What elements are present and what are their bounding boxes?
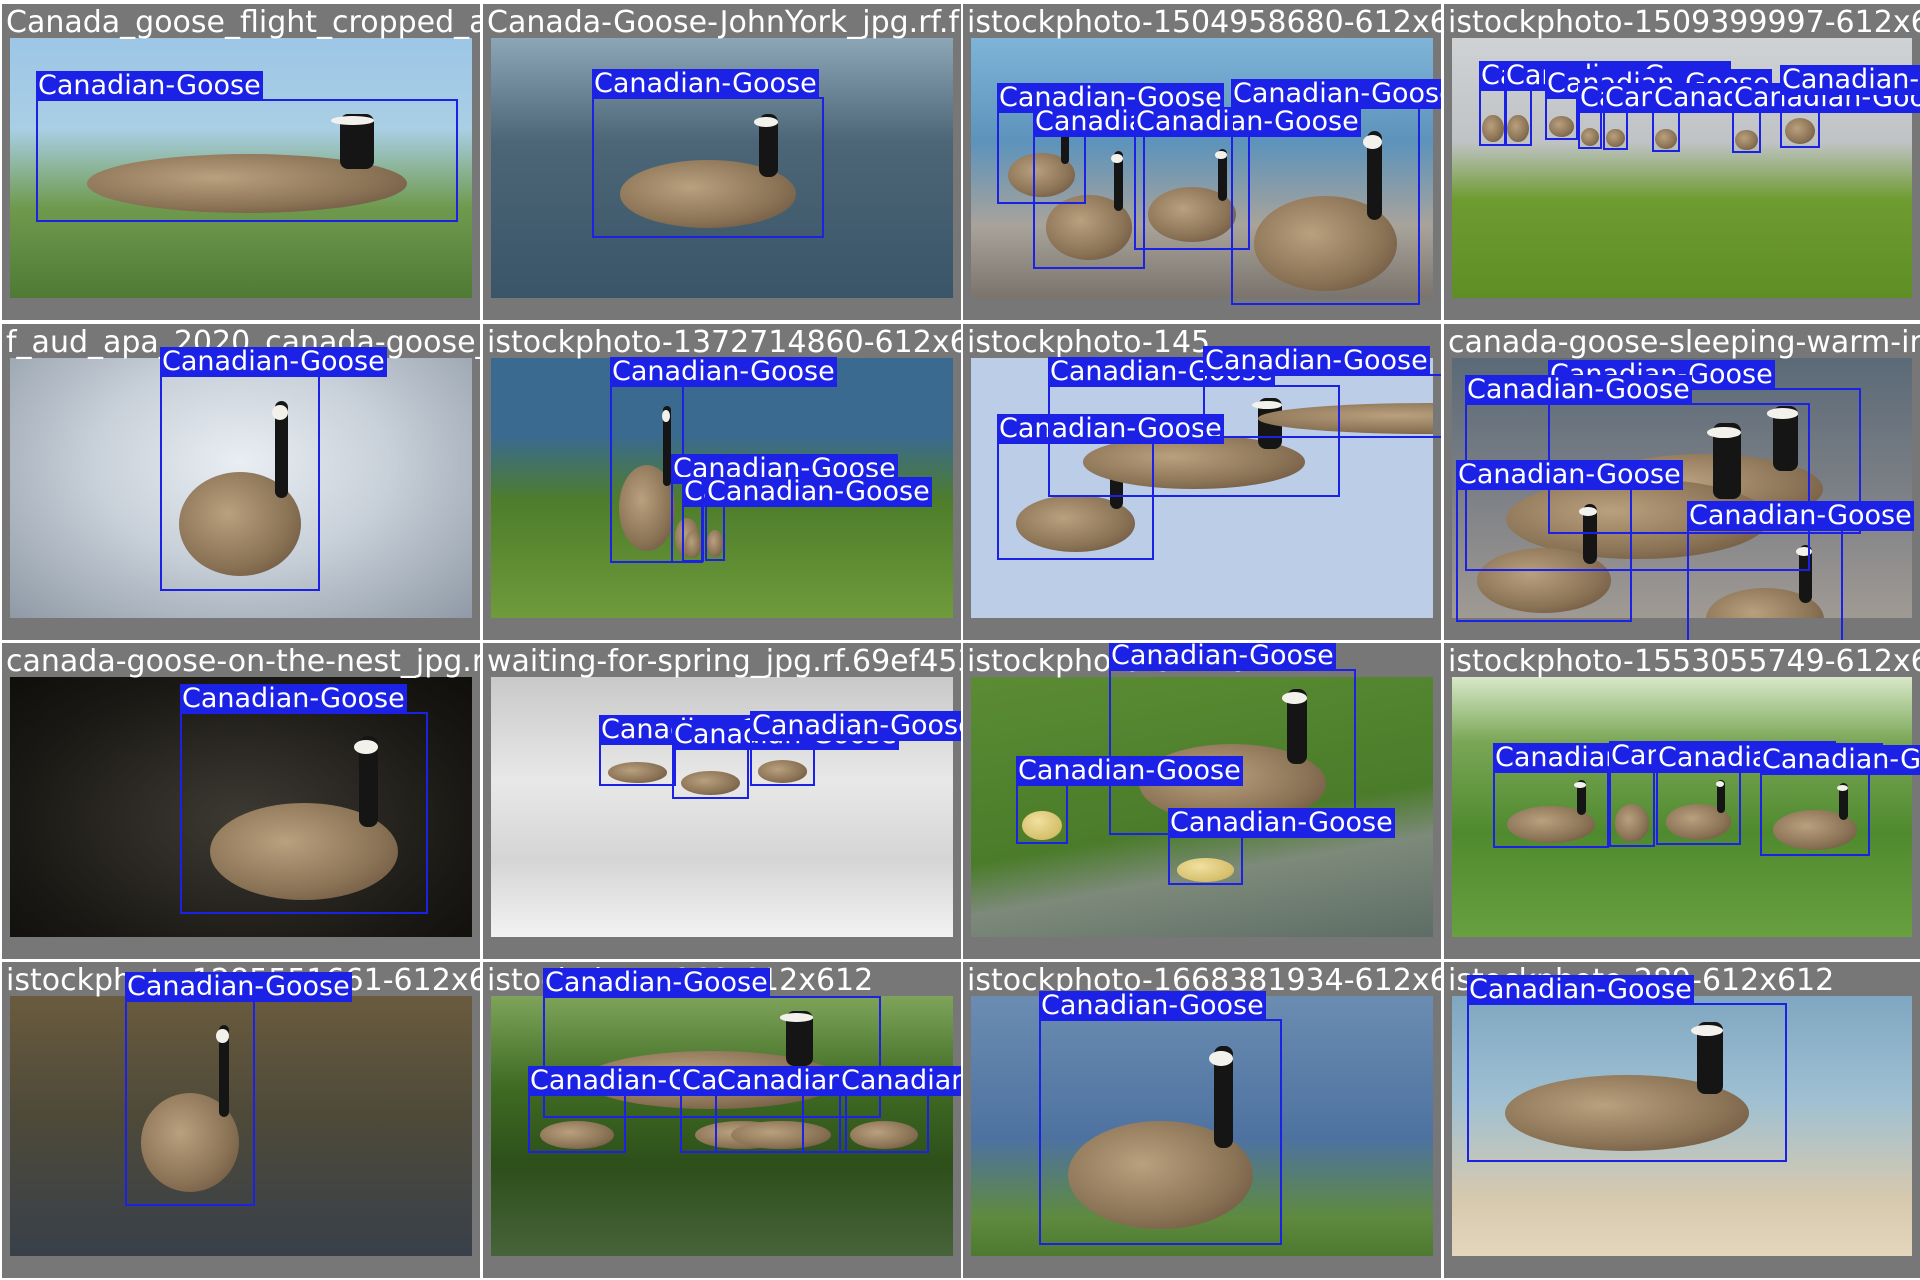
bounding-box[interactable]: Canadian-Goose xyxy=(1545,69,1772,140)
image-tile[interactable]: istockphoto-1285551661-612x612Canadian-G… xyxy=(2,962,480,1278)
class-label: Canadian-Goose xyxy=(750,711,961,741)
class-label: Canadian-Goose xyxy=(610,356,837,387)
image-tile[interactable]: istockphoto-1553055749-612x612 Canadian-G… xyxy=(1444,643,1920,959)
class-label: Canadian-Goose xyxy=(705,476,932,507)
bounding-box[interactable]: Canadian-Goose xyxy=(1493,743,1720,848)
image-tile[interactable]: Canada-Goose-JohnYork_jpg.rf.f0c3d0a62e6… xyxy=(483,4,961,320)
bounding-box[interactable]: Canadian-Goose xyxy=(1231,79,1441,305)
class-label: Canadian-Goose xyxy=(1016,755,1243,786)
image-tile[interactable]: f_aud_apa_2020_canada-goose_ Canadian-Goo… xyxy=(2,324,480,640)
bounding-box[interactable]: Canadian-Goose xyxy=(1609,741,1836,847)
bounding-box[interactable]: Canadian-Goose xyxy=(705,477,932,561)
bounding-box[interactable]: Canadian-Goose xyxy=(1168,808,1395,885)
tile-filename: istockphoto-1372714860-612x612 xyxy=(487,325,961,360)
bounding-box[interactable]: Canadian-Goose xyxy=(180,684,428,914)
bounding-box[interactable]: Canadian-Goose xyxy=(715,1066,942,1153)
image-tile[interactable]: istockphoto-1372714860-612x612 Canadian-G… xyxy=(483,324,961,640)
bounding-box[interactable]: Canadian-Goose xyxy=(750,711,961,786)
bounding-box[interactable]: Canadian-Goose xyxy=(1732,83,1920,153)
class-label: Canadian-Goose xyxy=(1203,345,1430,376)
bounding-box[interactable]: Canadian-Goose xyxy=(1760,745,1920,856)
class-label: Canadian-Goose xyxy=(1467,974,1694,1005)
bounding-box[interactable]: Canadian-Goose xyxy=(1504,61,1731,146)
bounding-box[interactable]: Canadian-Goose xyxy=(528,1066,755,1153)
class-label: Canadian-Goose xyxy=(839,1066,961,1096)
class-label: Canadian-Goose xyxy=(1456,459,1683,490)
bounding-box[interactable]: Canadian-Goose xyxy=(1203,346,1441,438)
class-label: Canadian-Goose xyxy=(180,683,407,714)
tile-filename: istockphoto-1553055749-612x612 xyxy=(1448,644,1920,679)
image-tile[interactable]: istockphoto-1504958680-612x612 Canadian-G… xyxy=(963,4,1441,320)
bounding-box[interactable]: Canadian-Goose xyxy=(1467,975,1787,1162)
class-label: Canadian-Goose xyxy=(1231,79,1441,109)
bounding-box[interactable]: Canadian-Goose xyxy=(125,972,352,1206)
bounding-box[interactable]: Canadian-Goose xyxy=(682,477,909,562)
image-tile[interactable]: istockphoto-612x612Canadian-GooseCanadia… xyxy=(963,643,1441,959)
tile-filename: canada-goose-sleeping-warm-in-w xyxy=(1448,325,1920,360)
class-label: Canadian-Goose xyxy=(592,68,819,99)
class-label: Canadian-Goose xyxy=(543,967,770,998)
bounding-box[interactable]: Canadian-Goose xyxy=(1578,83,1805,149)
image-tile[interactable]: canada-goose-on-the-nest_jpg.rf.e7f8eb58… xyxy=(2,643,480,959)
image-tile[interactable]: istockphoto-145 Canadian-Goose Canadian-Go… xyxy=(963,324,1441,640)
image-tile[interactable]: istockphoto-1509399997-612x612 Canadian-G… xyxy=(1444,4,1920,320)
class-label: Canadian-Goose xyxy=(160,346,387,377)
bounding-box[interactable]: Canadian-Goose xyxy=(1652,83,1879,152)
bounding-box[interactable]: Canadian-Goose xyxy=(599,715,826,786)
tile-filename: istockphoto-145 xyxy=(967,325,1211,360)
class-label: Canadian-Goose xyxy=(1687,500,1914,531)
bounding-box[interactable]: Canadian-Goose xyxy=(1039,991,1282,1245)
bounding-box[interactable]: Canadian-Goose xyxy=(1033,107,1260,269)
image-tile[interactable]: Canada_goose_flight_cropped_and_NRJ Canad… xyxy=(2,4,480,320)
image-tile[interactable]: istockphoto-1668381934-612x612 Canadian-G… xyxy=(963,962,1441,1278)
class-label: Canadian-Goose xyxy=(1109,643,1336,671)
class-label: Canadian-Goose xyxy=(1780,65,1920,95)
bounding-box[interactable]: Canadian-Goose xyxy=(672,720,899,799)
bounding-box[interactable]: Canadian-Goose xyxy=(1656,743,1883,845)
image-tile[interactable]: istockphoto-968-612x612Canadian-GooseCan… xyxy=(483,962,961,1278)
class-label: Canadian-Goose xyxy=(1168,807,1395,838)
image-tile[interactable]: waiting-for-spring_jpg.rf.69ef453aa7e6kd… xyxy=(483,643,961,959)
class-label: Canadian-Goose xyxy=(1760,745,1920,775)
bounding-box[interactable]: Canadian-Goose xyxy=(1687,501,1914,640)
bounding-box[interactable]: Canadian-Goose xyxy=(160,347,387,591)
tile-filename: waiting-for-spring_jpg.rf.69ef453aa7e6kd xyxy=(487,644,961,679)
bounding-box[interactable]: Canadian-Goose xyxy=(1780,65,1920,148)
tile-filename: istockphoto-1504958680-612x612 xyxy=(967,5,1441,40)
bounding-box[interactable]: Canadian-Goose xyxy=(1603,83,1830,150)
bounding-box[interactable]: Canadian-Goose xyxy=(592,69,824,238)
tile-filename: canada-goose-on-the-nest_jpg.rf.e7f8eb58 xyxy=(6,644,480,679)
bounding-box[interactable]: Canadian-Goose xyxy=(839,1066,961,1153)
class-label: Canadian-Goose xyxy=(1465,374,1692,405)
bounding-box[interactable]: Canadian-Goose xyxy=(1456,460,1683,622)
class-label: Canadian-Goose xyxy=(36,70,263,101)
bounding-box[interactable]: Canadian-Goose xyxy=(1479,61,1706,146)
tile-filename: Canada_goose_flight_cropped_and_NRJ xyxy=(6,5,480,40)
bounding-box[interactable]: Canadian-Goose xyxy=(36,71,458,222)
class-label: Canadian-Goose xyxy=(125,971,352,1002)
tile-filename: istockphoto-1509399997-612x612 xyxy=(1448,5,1920,40)
image-tile[interactable]: canada-goose-sleeping-warm-in-w Canadian-… xyxy=(1444,324,1920,640)
image-tile[interactable]: istockphoto-289-612x612Canadian-Goose xyxy=(1444,962,1920,1278)
class-label: Canadian-Goose xyxy=(1039,990,1266,1021)
bounding-box[interactable]: Canadian-Goose xyxy=(1016,756,1243,844)
tile-filename: Canada-Goose-JohnYork_jpg.rf.f0c3d0a62e6… xyxy=(487,5,961,40)
